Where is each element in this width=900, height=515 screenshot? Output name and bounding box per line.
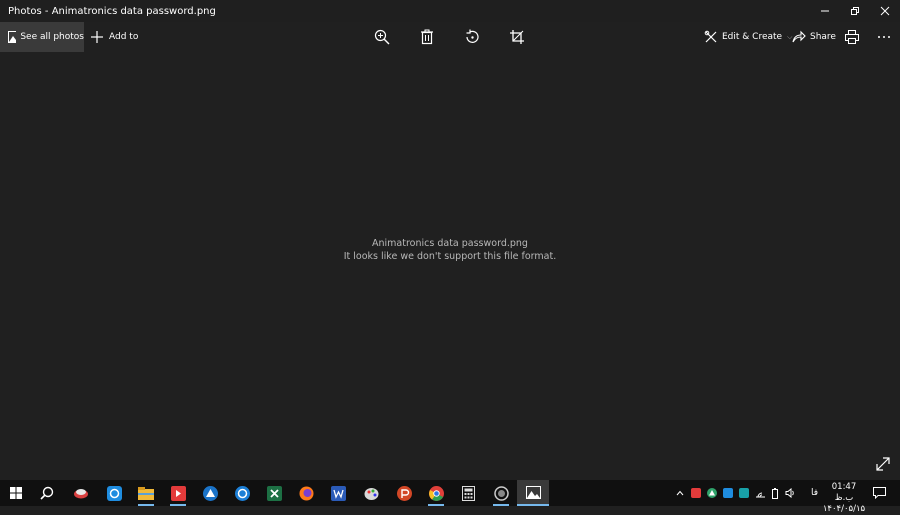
edit-create-icon xyxy=(704,30,717,43)
add-to-button[interactable]: Add to xyxy=(90,22,138,52)
app-blue-square-icon xyxy=(106,485,122,501)
taskbar-photos[interactable] xyxy=(517,480,549,506)
tray-app-2[interactable] xyxy=(705,480,718,506)
see-all-photos-label: See all photos xyxy=(20,32,84,42)
photos-icon xyxy=(525,485,541,499)
windows-icon xyxy=(10,487,22,499)
minimize-button[interactable] xyxy=(810,0,840,22)
toolbar: See all photos Add to Edit & Create ⌵ Sh… xyxy=(0,22,900,52)
taskbar-chrome[interactable] xyxy=(420,480,452,506)
plus-icon xyxy=(91,31,103,43)
app-triangle-icon xyxy=(202,485,218,501)
print-button[interactable] xyxy=(838,22,866,52)
network-button[interactable] xyxy=(753,480,767,506)
taskbar-file-explorer[interactable] xyxy=(130,480,162,506)
clock-time: 01:47 ب.ظ xyxy=(831,482,857,503)
calculator-icon xyxy=(461,485,475,501)
notification-icon xyxy=(872,487,886,499)
taskbar-search-button[interactable] xyxy=(31,480,63,506)
tray-red-icon xyxy=(690,488,701,498)
powerpoint-icon xyxy=(396,485,412,501)
chrome-icon xyxy=(428,485,444,501)
edit-create-label: Edit & Create xyxy=(722,32,783,42)
taskbar-excel[interactable] xyxy=(258,480,290,506)
taskbar-app-3[interactable] xyxy=(162,480,194,506)
picture-icon xyxy=(8,31,17,43)
show-hidden-icons-button[interactable] xyxy=(674,480,686,506)
app-circle-icon xyxy=(493,485,509,501)
taskbar-app-6[interactable] xyxy=(355,480,387,506)
close-button[interactable] xyxy=(870,0,900,22)
battery-button[interactable] xyxy=(769,480,781,506)
title-bar: Photos - Animatronics data password.png xyxy=(0,0,900,22)
start-button[interactable] xyxy=(0,480,32,506)
rotate-button[interactable] xyxy=(458,22,486,52)
taskbar-app-2[interactable] xyxy=(98,480,130,506)
taskbar-calculator[interactable] xyxy=(452,480,484,506)
tray-triangle-icon xyxy=(706,488,717,498)
see-all-photos-button[interactable]: See all photos xyxy=(0,22,84,52)
taskbar-app-1[interactable] xyxy=(65,480,97,506)
minimize-icon xyxy=(821,10,829,12)
zoom-button[interactable] xyxy=(368,22,396,52)
battery-icon xyxy=(772,487,778,499)
notifications-button[interactable] xyxy=(866,480,892,506)
zoom-in-icon xyxy=(374,29,390,45)
tray-app-4[interactable] xyxy=(737,480,750,506)
restore-icon xyxy=(851,7,859,15)
unsupported-format-message: It looks like we don't support this file… xyxy=(343,251,557,262)
share-label: Share xyxy=(810,32,836,42)
search-icon xyxy=(40,486,54,500)
taskbar: فا 01:47 ب.ظ ۱۴۰۴/۰۵/۱۵ xyxy=(0,480,900,514)
chevron-up-icon xyxy=(676,490,684,496)
clock[interactable]: 01:47 ب.ظ ۱۴۰۴/۰۵/۱۵ xyxy=(822,482,866,515)
image-viewer-area xyxy=(0,52,900,480)
taskbar-powerpoint[interactable] xyxy=(388,480,420,506)
more-options-button[interactable] xyxy=(870,22,898,52)
word-icon xyxy=(330,485,346,501)
printer-icon xyxy=(845,30,859,44)
share-icon xyxy=(792,30,806,43)
taskbar-app-7[interactable] xyxy=(485,480,517,506)
window-controls xyxy=(810,0,900,22)
input-language[interactable]: فا xyxy=(811,480,818,506)
taskbar-firefox[interactable] xyxy=(290,480,322,506)
share-button[interactable]: Share xyxy=(792,22,836,52)
tray-app-1[interactable] xyxy=(689,480,702,506)
taskbar-app-5[interactable] xyxy=(226,480,258,506)
app-sync-icon xyxy=(234,485,250,501)
edit-create-button[interactable]: Edit & Create ⌵ xyxy=(704,22,792,52)
expand-icon[interactable] xyxy=(874,455,892,473)
trash-icon xyxy=(421,29,433,45)
crop-button[interactable] xyxy=(503,22,531,52)
app-red-icon xyxy=(170,485,186,501)
tray-app-3[interactable] xyxy=(721,480,734,506)
tray-blue-icon xyxy=(722,488,733,498)
taskbar-word[interactable] xyxy=(322,480,354,506)
delete-button[interactable] xyxy=(413,22,441,52)
paint-palette-icon xyxy=(364,487,378,500)
close-icon xyxy=(880,6,890,16)
add-to-label: Add to xyxy=(109,32,139,42)
tray-teal-icon xyxy=(738,488,749,498)
folder-icon xyxy=(138,486,154,500)
wifi-icon xyxy=(755,492,765,498)
file-name-text: Animatronics data password.png xyxy=(372,238,528,249)
more-icon xyxy=(878,36,890,38)
volume-button[interactable] xyxy=(783,480,797,506)
speaker-icon xyxy=(785,488,794,498)
taskbar-app-4[interactable] xyxy=(194,480,226,506)
crop-icon xyxy=(510,30,524,44)
rotate-icon xyxy=(466,29,479,43)
excel-icon xyxy=(266,485,282,501)
firefox-icon xyxy=(299,486,313,500)
restore-button[interactable] xyxy=(840,0,870,22)
app-bird-icon xyxy=(74,489,88,499)
window-title: Photos - Animatronics data password.png xyxy=(8,5,216,17)
